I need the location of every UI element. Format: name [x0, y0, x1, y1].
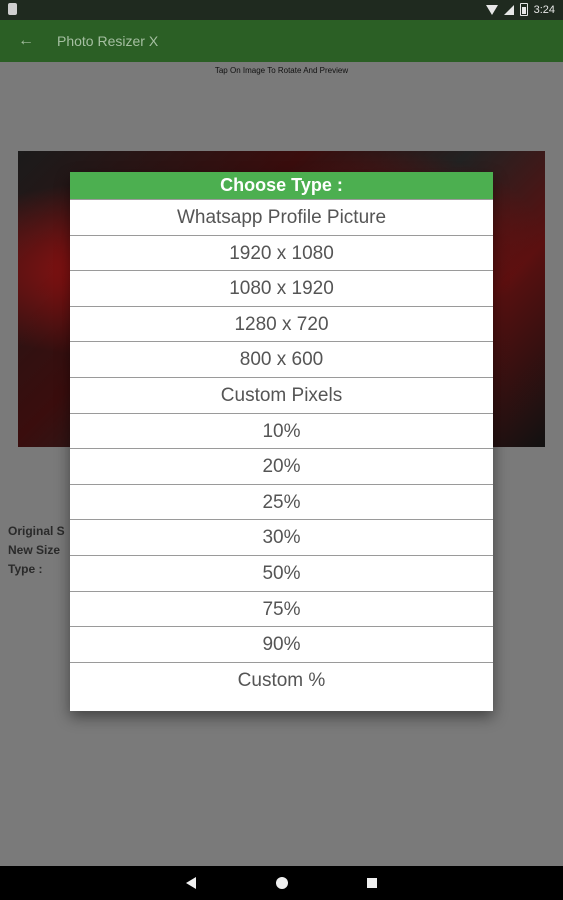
option-90-percent[interactable]: 90%: [70, 626, 493, 662]
type-label: Type :: [8, 562, 43, 576]
dialog-title: Choose Type :: [70, 172, 493, 199]
signal-icon: [503, 4, 514, 15]
option-1920x1080[interactable]: 1920 x 1080: [70, 234, 493, 271]
original-size-label: Original S: [8, 524, 65, 538]
status-bar: 3:24: [0, 0, 563, 20]
nav-back-icon[interactable]: [186, 877, 196, 889]
option-30-percent[interactable]: 30%: [70, 519, 493, 555]
status-icons: 3:24: [485, 3, 555, 16]
new-size-label: New Size: [8, 543, 61, 557]
app-title: Photo Resizer X: [57, 33, 159, 49]
option-25-percent[interactable]: 25%: [70, 483, 493, 520]
option-50-percent[interactable]: 50%: [70, 554, 493, 591]
option-800x600[interactable]: 800 x 600: [70, 341, 493, 377]
option-1280x720[interactable]: 1280 x 720: [70, 305, 493, 342]
option-10-percent[interactable]: 10%: [70, 412, 493, 449]
wifi-icon: [485, 4, 498, 15]
system-nav-bar: [0, 866, 563, 900]
option-whatsapp-profile[interactable]: Whatsapp Profile Picture: [70, 199, 493, 235]
battery-icon: [519, 3, 528, 16]
choose-type-dialog: Choose Type : Whatsapp Profile Picture 1…: [70, 172, 493, 711]
option-custom-pixels[interactable]: Custom Pixels: [70, 376, 493, 413]
preview-hint: Tap On Image To Rotate And Preview: [214, 66, 349, 75]
option-1080x1920[interactable]: 1080 x 1920: [70, 270, 493, 306]
image-info: Original S New Size Type :: [8, 522, 65, 579]
status-time: 3:24: [533, 3, 555, 16]
option-20-percent[interactable]: 20%: [70, 448, 493, 484]
option-custom-percent[interactable]: Custom %: [70, 661, 493, 698]
nav-home-icon[interactable]: [276, 877, 288, 889]
back-arrow-icon[interactable]: ←: [18, 32, 34, 50]
notification-icon: [8, 3, 17, 15]
app-toolbar: ← Photo Resizer X: [0, 20, 563, 62]
option-75-percent[interactable]: 75%: [70, 590, 493, 627]
nav-recents-icon[interactable]: [367, 878, 377, 888]
